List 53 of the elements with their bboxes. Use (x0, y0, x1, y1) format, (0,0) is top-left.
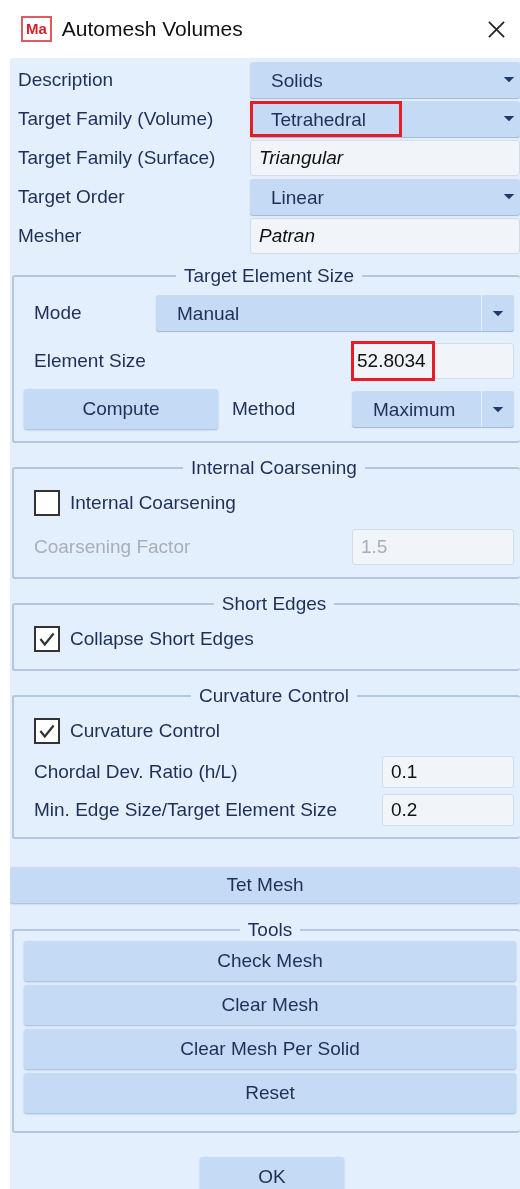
compute-button[interactable]: Compute (24, 389, 218, 429)
dropdown-value: Linear (270, 185, 325, 210)
checkbox[interactable] (34, 490, 60, 516)
caret-icon (502, 114, 516, 123)
tool-button[interactable]: Reset (24, 1073, 516, 1113)
group-title: Internal Coarsening (190, 457, 358, 479)
field-label: Method (231, 398, 297, 420)
dropdown[interactable]: Tetrahedral (250, 100, 520, 137)
field-label: Element Size (33, 350, 147, 372)
caret-icon (502, 75, 516, 84)
dropdown-value: Maximum (372, 398, 457, 422)
tool-button[interactable]: Clear Mesh Per Solid (24, 1029, 516, 1069)
checkbox[interactable] (34, 718, 60, 744)
input-field[interactable]: 0.1 (382, 756, 514, 788)
field-label: Mesher (18, 224, 83, 247)
field-label: Mode (33, 302, 83, 324)
text-field[interactable]: Triangular (250, 139, 520, 176)
group-title: Short Edges (220, 593, 328, 615)
dropdown[interactable]: Solids (250, 61, 520, 98)
field-label: Target Family (Volume) (18, 107, 215, 130)
group-title: Tools (246, 919, 294, 941)
tool-button[interactable]: Check Mesh (24, 941, 516, 981)
text-field[interactable]: Patran (250, 217, 520, 254)
ok-button[interactable]: OK (200, 1157, 344, 1189)
field-label: Description (18, 68, 115, 91)
tet-mesh-button[interactable]: Tet Mesh (10, 867, 520, 903)
caret-icon (491, 308, 505, 318)
close-icon[interactable] (487, 19, 506, 39)
checkbox[interactable] (34, 626, 60, 652)
input-field[interactable]: 0.2 (382, 794, 514, 826)
window-title: Automesh Volumes (61, 17, 244, 41)
checkbox-label: Curvature Control (70, 720, 220, 742)
caret-icon (502, 192, 516, 201)
dropdown[interactable]: Manual (156, 295, 514, 331)
dropdown[interactable]: Maximum (352, 391, 514, 427)
dropdown-value: Manual (176, 302, 241, 326)
input-field[interactable]: 52.8034 (352, 343, 514, 379)
checkbox-label: Collapse Short Edges (70, 628, 254, 650)
dropdown-value: Solids (270, 68, 324, 93)
field-label: Chordal Dev. Ratio (h/L) (34, 761, 239, 783)
field-label: Min. Edge Size/Target Element Size (34, 799, 339, 821)
caret-icon (491, 404, 505, 414)
group-title: Target Element Size (183, 265, 355, 287)
field-label: Coarsening Factor (34, 536, 192, 558)
checkbox-label: Internal Coarsening (70, 492, 236, 514)
dropdown[interactable]: Linear (250, 178, 520, 215)
field-label: Target Family (Surface) (18, 146, 217, 169)
field-value: 52.8034 (351, 341, 435, 381)
group-title: Curvature Control (198, 685, 350, 707)
app-logo: Ma (21, 16, 52, 42)
dropdown-value: Tetrahedral (250, 100, 402, 137)
tool-button[interactable]: Clear Mesh (24, 985, 516, 1025)
field-label: Target Order (18, 185, 126, 208)
